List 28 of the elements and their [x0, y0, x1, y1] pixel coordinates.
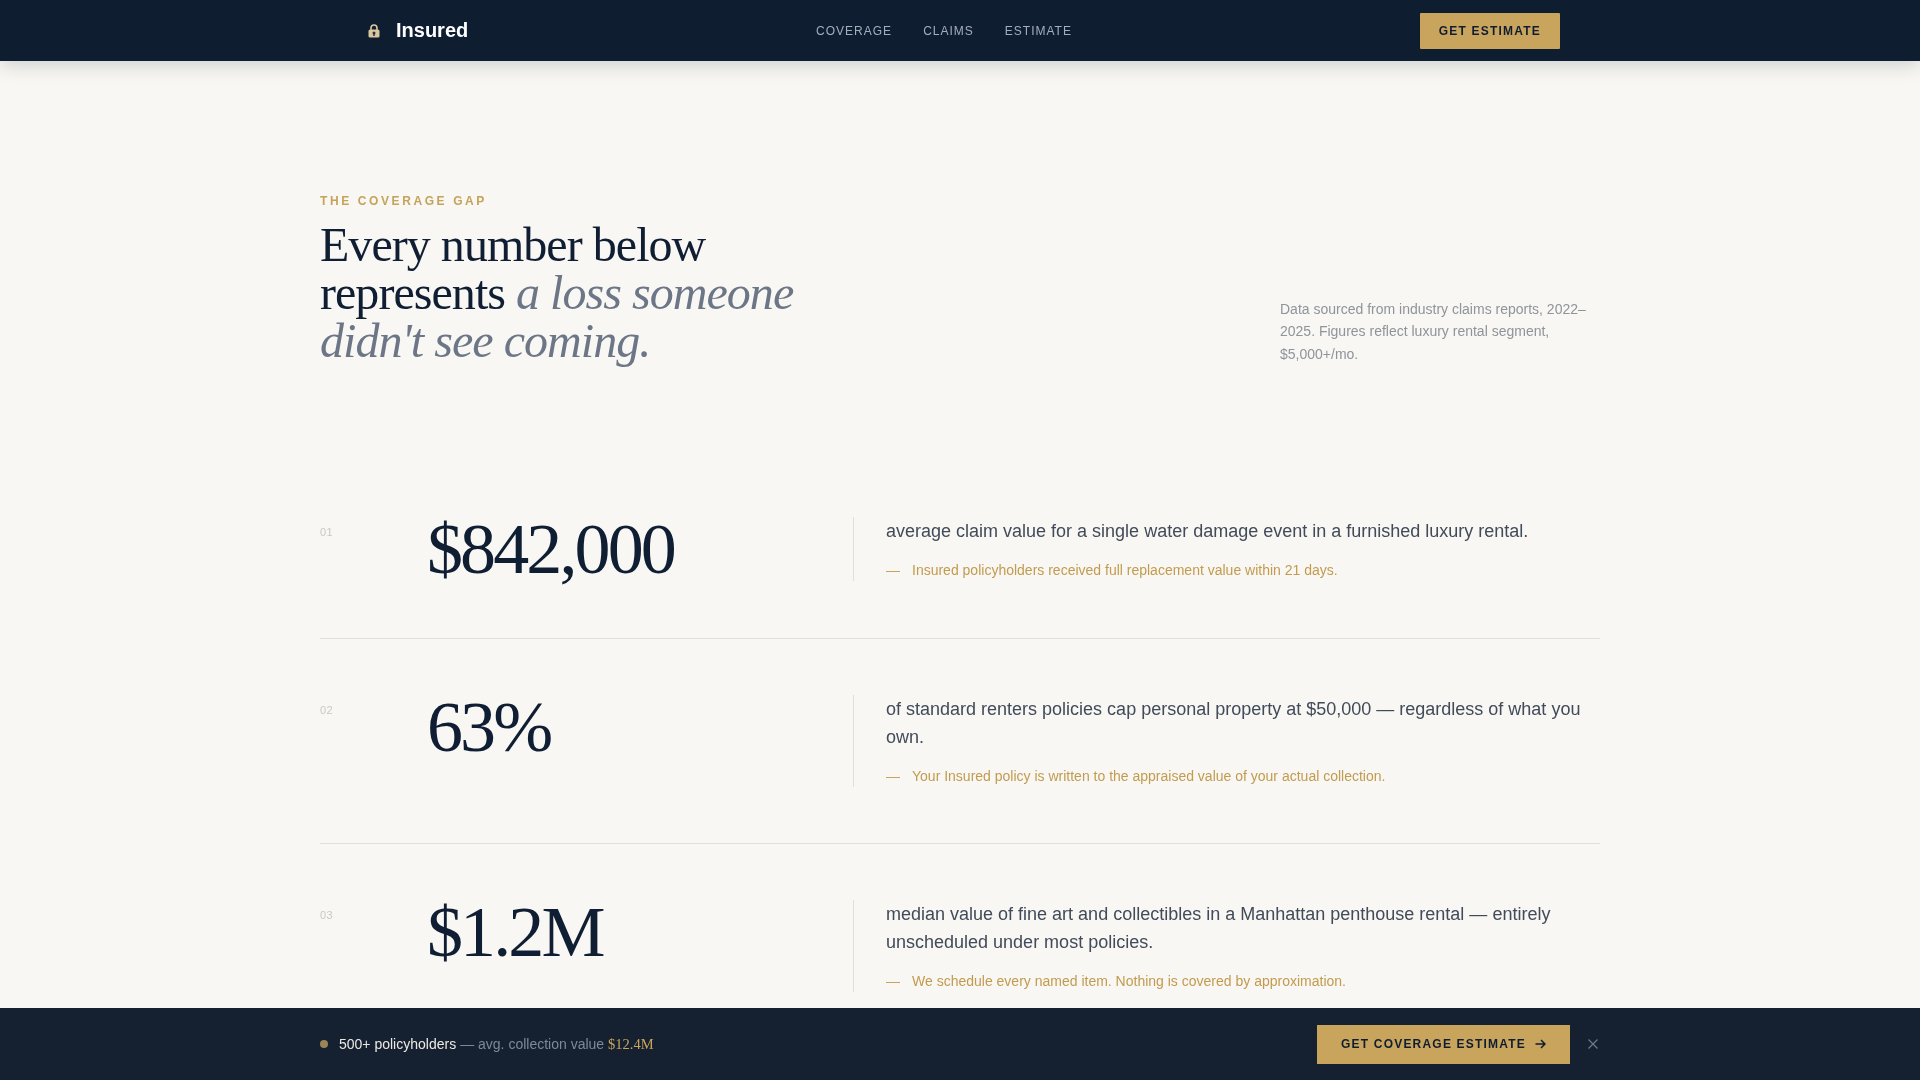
close-button[interactable]: [1588, 1039, 1598, 1049]
nav-link[interactable]: ESTIMATE: [1004, 23, 1072, 38]
hero-heading: Every number below represents a loss someone didn't see coming.: [320, 221, 795, 365]
stat-description: average claim value for a single water damage event in a furnished luxury rental.: [886, 520, 1530, 543]
status-dot-icon: [320, 1040, 328, 1048]
brand-name: Insured: [396, 19, 469, 42]
note-dash: —: [886, 766, 900, 786]
policyholder-count: 500+ policyholders: [339, 1036, 457, 1052]
eyebrow-label: THE COVERAGE GAP: [320, 193, 487, 209]
coverage-estimate-button[interactable]: GET COVERAGE ESTIMATE: [1317, 1024, 1570, 1064]
nav-link[interactable]: COVERAGE: [816, 23, 893, 38]
collection-value: $12.4M: [608, 1035, 654, 1053]
arrow-right-icon: [1535, 1039, 1546, 1049]
lock-icon: [368, 23, 380, 38]
stat-note: We schedule every named item. Nothing is covered by approximation.: [912, 971, 1346, 991]
stat-figure: 63%: [427, 694, 551, 760]
close-icon: [1588, 1039, 1598, 1049]
stat-note: Insured policyholders received full replacement value within 21 days.: [912, 561, 1338, 580]
stat-note: Your Insured policy is written to the appraised value of your actual collection.: [912, 766, 1386, 786]
note-dash: —: [886, 561, 900, 580]
nav-link[interactable]: CLAIMS: [923, 23, 974, 38]
stat-description: of standard renters policies cap personal property at $50,000 — regardless of what you own.: [886, 697, 1582, 749]
note-dash: —: [886, 971, 900, 991]
stat-figure: $1.2M: [427, 899, 603, 965]
stat-description: median value of fine art and collectibles in a Manhattan penthouse rental — entirely unscheduled under most policies.: [886, 902, 1552, 954]
get-estimate-button[interactable]: GET ESTIMATE: [1419, 12, 1560, 49]
collection-label: — avg. collection value: [460, 1036, 605, 1052]
source-note: Data sourced from industry claims reports, 2022–2025. Figures reflect luxury rental segment, $5,000+/mo.: [1280, 299, 1587, 364]
